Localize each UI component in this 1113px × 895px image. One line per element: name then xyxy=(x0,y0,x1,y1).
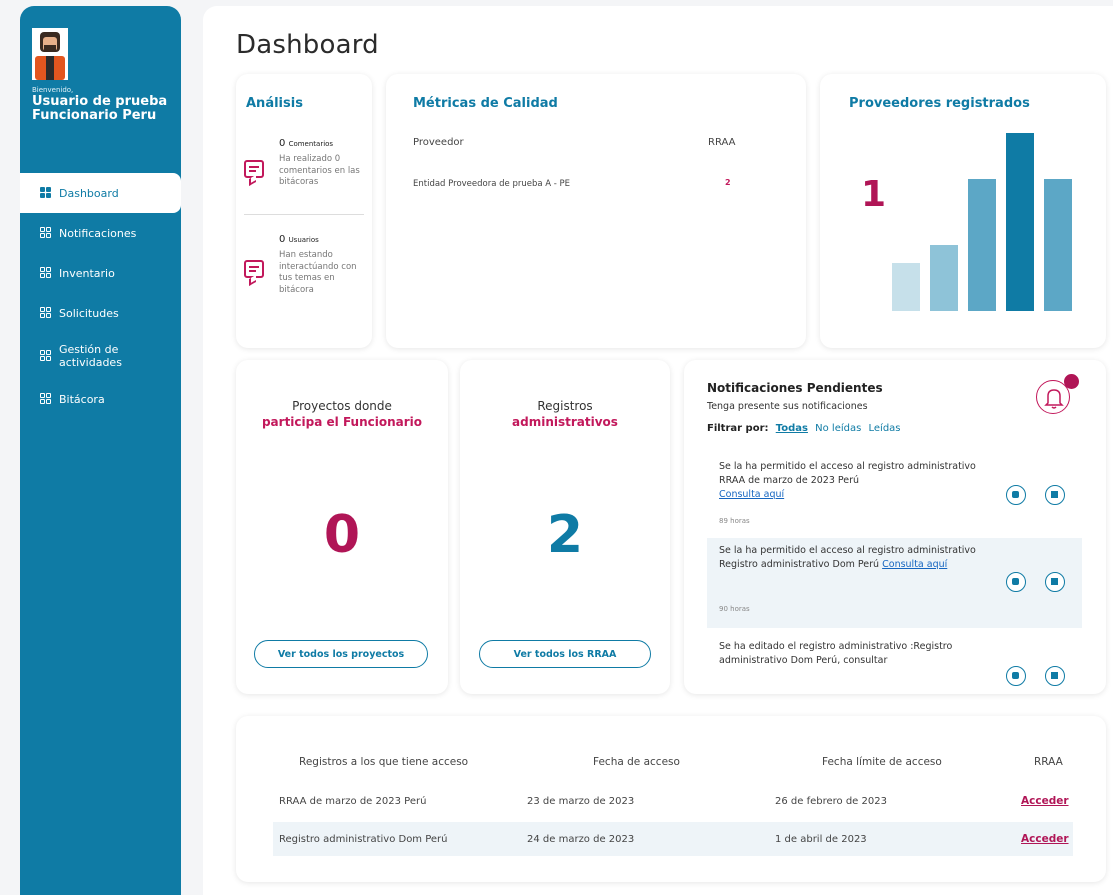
registros-card: Registros administrativos 2 Ver todos los… xyxy=(460,360,670,694)
metricas-title: Métricas de Calidad xyxy=(413,96,558,111)
filter-todas[interactable]: Todas xyxy=(776,423,808,434)
filter-leidas[interactable]: Leídas xyxy=(869,423,901,434)
notificaciones-card: Notificaciones Pendientes Tenga presente… xyxy=(684,360,1106,694)
notification-text: Se la ha permitido el acceso al registro… xyxy=(719,461,976,500)
sidebar-item-inventario[interactable]: Inventario xyxy=(20,253,181,293)
proveedores-bar xyxy=(968,179,996,311)
comment-icon xyxy=(244,260,264,278)
sidebar-item-label: Bitácora xyxy=(59,392,105,406)
access-table-card: Registros a los que tiene acceso Fecha d… xyxy=(236,716,1106,882)
table-cell: Registro administrativo Dom Perú xyxy=(279,834,448,845)
column-header-rraa: RRAA xyxy=(708,137,736,148)
sidebar-item-solicitudes[interactable]: Solicitudes xyxy=(20,293,181,333)
sidebar: Bienvenido, Usuario de prueba Funcionari… xyxy=(20,6,181,895)
avatar xyxy=(32,28,68,80)
column-header-proveedor: Proveedor xyxy=(413,137,464,148)
delete-button[interactable] xyxy=(1045,666,1065,686)
sidebar-item-gestion-actividades[interactable]: Gestión de actividades xyxy=(20,333,181,379)
sidebar-item-label: Notificaciones xyxy=(59,226,137,240)
notification-item: Se ha editado el registro administrativo… xyxy=(707,636,1082,694)
mark-read-button[interactable] xyxy=(1006,485,1026,505)
metricas-card: Métricas de Calidad Proveedor RRAA Entid… xyxy=(386,74,806,348)
column-header: RRAA xyxy=(1034,756,1063,768)
grid-icon xyxy=(40,350,52,362)
sidebar-item-dashboard[interactable]: Dashboard xyxy=(20,173,181,213)
acceder-link[interactable]: Acceder xyxy=(1021,795,1069,807)
divider xyxy=(244,214,364,215)
proyectos-label: Proyectos donde participa el Funcionario xyxy=(261,399,423,429)
proveedores-count: 1 xyxy=(861,174,887,215)
comentarios-count: 0 Comentarios xyxy=(279,138,334,149)
mark-read-button[interactable] xyxy=(1006,666,1026,686)
username: Usuario de prueba Funcionario Peru xyxy=(32,94,168,123)
table-cell: 23 de marzo de 2023 xyxy=(527,796,635,807)
sidebar-nav: Dashboard Notificaciones Inventario Soli… xyxy=(20,173,181,419)
notification-item: Se la ha permitido el acceso al registro… xyxy=(707,454,1082,532)
filter-bar: Filtrar por: Todas No leídas Leídas xyxy=(707,423,901,434)
comentarios-desc: Ha realizado 0 comentarios en las bitáco… xyxy=(279,154,360,187)
proveedores-bar xyxy=(892,263,920,311)
filter-label: Filtrar por: xyxy=(707,423,769,434)
sidebar-item-label: Solicitudes xyxy=(59,306,119,320)
proveedores-bar xyxy=(930,245,958,311)
notification-time: 89 horas xyxy=(719,517,750,525)
notificaciones-subtitle: Tenga presente sus notificaciones xyxy=(707,401,868,412)
proveedores-bar xyxy=(1006,133,1034,311)
consulta-link[interactable]: Consulta aquí xyxy=(882,559,947,570)
sidebar-item-label: Dashboard xyxy=(59,186,119,200)
ver-rraa-button[interactable]: Ver todos los RRAA xyxy=(479,640,651,668)
delete-button[interactable] xyxy=(1045,485,1065,505)
notification-badge xyxy=(1064,374,1079,389)
comment-icon xyxy=(244,160,264,178)
notificaciones-title: Notificaciones Pendientes xyxy=(707,381,883,395)
proveedores-card: Proveedores registrados 1 xyxy=(820,74,1106,348)
notification-item: Se la ha permitido el acceso al registro… xyxy=(707,538,1082,628)
welcome-text: Bienvenido, xyxy=(32,86,74,94)
sidebar-item-bitacora[interactable]: Bitácora xyxy=(20,379,181,419)
registros-label: Registros administrativos xyxy=(512,399,618,429)
page-title: Dashboard xyxy=(236,30,379,60)
registros-count: 2 xyxy=(546,505,584,565)
grid-icon xyxy=(40,307,52,319)
grid-icon xyxy=(40,393,52,405)
usuarios-desc: Han estando interactúando con tus temas … xyxy=(279,250,357,295)
table-cell: 26 de febrero de 2023 xyxy=(775,796,887,807)
table-cell: 24 de marzo de 2023 xyxy=(527,834,635,845)
grid-icon xyxy=(40,227,52,239)
analisis-card: Análisis 0 Comentarios Ha realizado 0 co… xyxy=(236,74,372,348)
notification-text: Se la ha permitido el acceso al registro… xyxy=(719,545,976,570)
mark-read-button[interactable] xyxy=(1006,572,1026,592)
table-cell: RRAA de marzo de 2023 Perú xyxy=(279,796,427,807)
proveedores-bar xyxy=(1044,179,1072,311)
metricas-rraa-cell: 2 xyxy=(725,178,731,187)
proveedores-title: Proveedores registrados xyxy=(849,96,1030,111)
metricas-proveedor-cell: Entidad Proveedora de prueba A - PE xyxy=(413,179,571,189)
sidebar-item-label: Gestión de actividades xyxy=(59,343,122,369)
filter-no-leidas[interactable]: No leídas xyxy=(815,423,861,434)
usuarios-count: 0 Usuarios xyxy=(279,234,319,245)
delete-button[interactable] xyxy=(1045,572,1065,592)
analisis-title: Análisis xyxy=(246,96,303,111)
notification-text: Se ha editado el registro administrativo… xyxy=(719,641,953,666)
notification-time: 90 horas xyxy=(719,605,750,613)
column-header: Fecha límite de acceso xyxy=(822,756,942,768)
acceder-link[interactable]: Acceder xyxy=(1021,833,1069,845)
consulta-link[interactable]: Consulta aquí xyxy=(719,489,784,500)
table-cell: 1 de abril de 2023 xyxy=(775,834,867,845)
proyectos-count: 0 xyxy=(323,505,361,565)
sidebar-item-label: Inventario xyxy=(59,266,115,280)
sidebar-item-notificaciones[interactable]: Notificaciones xyxy=(20,213,181,253)
ver-proyectos-button[interactable]: Ver todos los proyectos xyxy=(254,640,428,668)
proyectos-card: Proyectos donde participa el Funcionario … xyxy=(236,360,448,694)
column-header: Registros a los que tiene acceso xyxy=(299,756,469,768)
grid-icon xyxy=(40,267,52,279)
grid-icon xyxy=(40,187,52,199)
column-header: Fecha de acceso xyxy=(593,756,680,768)
